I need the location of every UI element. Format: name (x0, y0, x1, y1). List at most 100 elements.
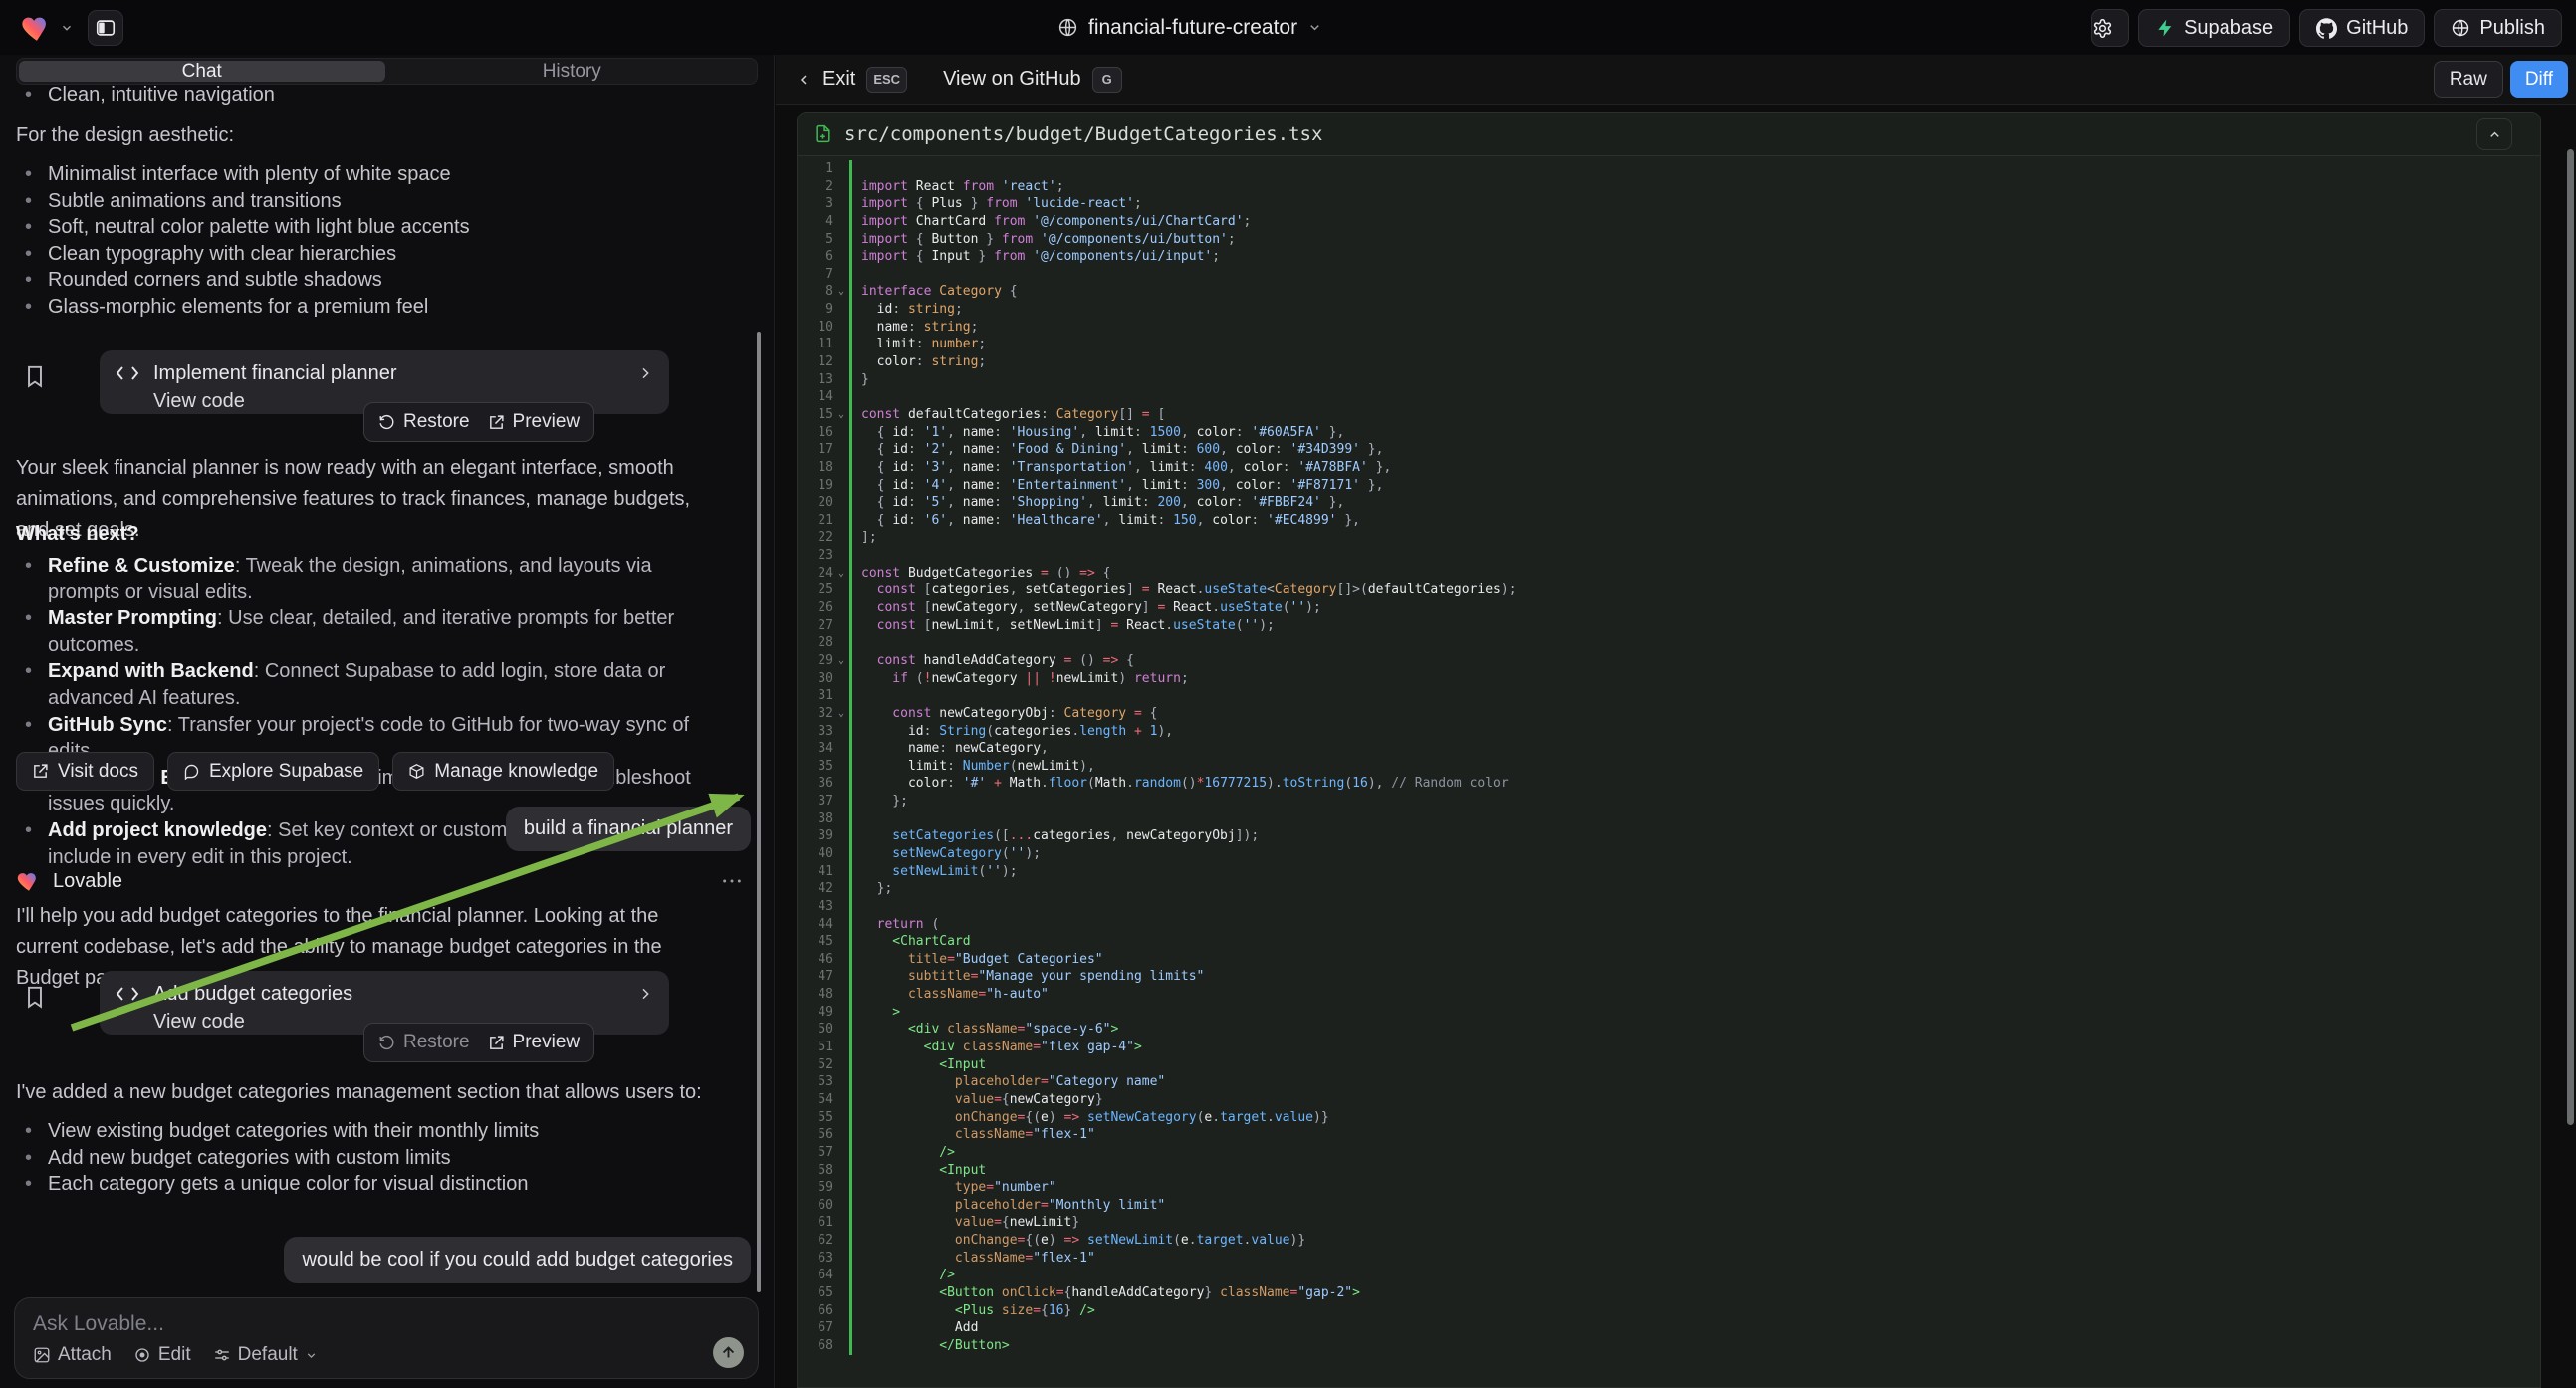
restore-icon (378, 414, 395, 431)
preview-button[interactable]: Preview (488, 411, 581, 433)
restore-button[interactable]: Restore (378, 411, 470, 433)
chevron-down-icon (305, 1349, 318, 1362)
github-icon (2316, 18, 2337, 39)
next-step-item: Refine & Customize: Tweak the design, an… (16, 553, 723, 605)
code-view-header: Exit ESC View on GitHub G Raw Diff (776, 55, 2576, 105)
bookmark-icon[interactable] (22, 363, 48, 389)
g-key-badge: G (1092, 67, 1122, 93)
code-line: 34 name: newCategory, (798, 740, 2540, 758)
list-item: Each category gets a unique color for vi… (16, 1171, 723, 1198)
whats-next-heading: What's next? (16, 523, 139, 545)
attach-button[interactable]: Attach (33, 1344, 112, 1366)
list-item: Rounded corners and subtle shadows (16, 267, 723, 294)
model-selector[interactable]: Default (213, 1344, 318, 1366)
view-on-github-button[interactable]: View on GitHub (943, 68, 1081, 91)
code-line: 16 { id: '1', name: 'Housing', limit: 15… (798, 424, 2540, 442)
code-line: 9 id: string; (798, 301, 2540, 319)
added-paragraph: I've added a new budget categories manag… (16, 1077, 719, 1108)
code-line: 11 limit: number; (798, 336, 2540, 353)
manage-knowledge-button[interactable]: Manage knowledge (392, 752, 614, 791)
tab-history[interactable]: History (389, 61, 756, 82)
chevron-right-icon (637, 365, 653, 381)
code-line: 28 (798, 634, 2540, 652)
code-line: 36 color: '#' + Math.floor(Math.random()… (798, 775, 2540, 793)
diff-toggle-button[interactable]: Diff (2510, 61, 2568, 98)
code-line: 40 setNewCategory(''); (798, 845, 2540, 863)
code-line: 55 onChange={(e) => setNewCategory(e.tar… (798, 1109, 2540, 1127)
preview-button[interactable]: Preview (488, 1032, 581, 1053)
restore-button[interactable]: Restore (378, 1032, 470, 1053)
code-line: 50 <div className="space-y-6"> (798, 1021, 2540, 1039)
code-scrollbar[interactable] (2567, 149, 2574, 1125)
settings-button[interactable] (2091, 9, 2129, 47)
code-editor[interactable]: 12import React from 'react';3import { Pl… (798, 160, 2540, 1387)
code-line: 62 onChange={(e) => setNewLimit(e.target… (798, 1232, 2540, 1250)
code-line: 52 <Input (798, 1056, 2540, 1074)
code-line: 41 setNewLimit(''); (798, 863, 2540, 881)
code-line: 66 <Plus size={16} /> (798, 1302, 2540, 1320)
code-line: 15⌄const defaultCategories: Category[] =… (798, 406, 2540, 424)
image-icon (33, 1346, 51, 1364)
sidebar-toggle-button[interactable] (88, 10, 123, 46)
more-menu-icon[interactable] (721, 877, 743, 885)
code-line: 57 /> (798, 1144, 2540, 1162)
design-intro: For the design aesthetic: (16, 120, 719, 151)
code-line: 32⌄ const newCategoryObj: Category = { (798, 705, 2540, 723)
composer-input[interactable]: Ask Lovable... (33, 1312, 740, 1336)
user-message-2: would be cool if you could add budget ca… (284, 1237, 751, 1283)
composer[interactable]: Ask Lovable... Attach Edit Default (14, 1297, 759, 1379)
github-button[interactable]: GitHub (2299, 9, 2425, 47)
logo-chevron-down-icon[interactable] (60, 21, 74, 35)
version-card-label: Implement financial planner (153, 362, 623, 385)
code-line: 21 { id: '6', name: 'Healthcare', limit:… (798, 512, 2540, 530)
code-line: 10 name: string; (798, 319, 2540, 337)
code-line: 54 value={newCategory} (798, 1091, 2540, 1109)
code-line: 49 > (798, 1004, 2540, 1022)
project-chevron-down-icon (1307, 20, 1322, 35)
chevron-up-icon (2487, 127, 2502, 142)
code-line: 31 (798, 687, 2540, 705)
file-path: src/components/budget/BudgetCategories.t… (844, 123, 1322, 145)
quick-actions: Visit docs Explore Supabase Manage knowl… (16, 752, 614, 791)
code-line: 47 subtitle="Manage your spending limits… (798, 968, 2540, 986)
code-line: 12 color: string; (798, 353, 2540, 371)
collapse-file-button[interactable] (2476, 118, 2512, 150)
chat-bubble-icon (183, 763, 200, 780)
send-button[interactable] (713, 1337, 744, 1368)
tab-chat[interactable]: Chat (19, 61, 385, 82)
lovable-logo-icon[interactable] (20, 11, 54, 45)
bookmark-icon[interactable] (22, 984, 48, 1010)
user-message-1: build a financial planner (506, 807, 751, 851)
exit-button[interactable]: Exit (822, 68, 855, 91)
chat-scrollbar[interactable] (757, 332, 761, 1292)
file-path-bar[interactable]: src/components/budget/BudgetCategories.t… (798, 113, 2540, 156)
code-line: 44 return ( (798, 916, 2540, 934)
raw-toggle-button[interactable]: Raw (2434, 61, 2503, 98)
added-bullet-list: View existing budget categories with the… (16, 1118, 723, 1198)
project-title[interactable]: financial-future-creator (1057, 0, 1322, 55)
restore-preview-toolbar: Restore Preview (363, 1023, 594, 1062)
sliders-icon (213, 1346, 231, 1364)
code-line: 38 (798, 810, 2540, 828)
gear-icon (2092, 18, 2113, 39)
visit-docs-button[interactable]: Visit docs (16, 752, 154, 791)
list-item: Clean, intuitive navigation (16, 82, 723, 109)
supabase-button[interactable]: Supabase (2138, 9, 2290, 47)
code-line: 24⌄const BudgetCategories = () => { (798, 565, 2540, 582)
package-icon (408, 763, 425, 780)
chat-panel: Chat History Clean, intuitive navigation… (0, 55, 775, 1388)
project-name: financial-future-creator (1088, 16, 1297, 40)
code-brackets-icon (116, 364, 139, 382)
code-line: 14 (798, 388, 2540, 406)
explore-supabase-button[interactable]: Explore Supabase (167, 752, 379, 791)
lovable-app: financial-future-creator Supabase GitHub… (0, 0, 2576, 1388)
code-line: 39 setCategories([...categories, newCate… (798, 827, 2540, 845)
edit-button[interactable]: Edit (133, 1344, 191, 1366)
code-line: 17 { id: '2', name: 'Food & Dining', lim… (798, 441, 2540, 459)
publish-button[interactable]: Publish (2434, 9, 2562, 47)
code-line: 13} (798, 371, 2540, 389)
chevron-left-icon (796, 72, 812, 88)
arrow-up-icon (720, 1344, 737, 1361)
code-line: 63 className="flex-1" (798, 1250, 2540, 1268)
code-line: 58 <Input (798, 1162, 2540, 1180)
